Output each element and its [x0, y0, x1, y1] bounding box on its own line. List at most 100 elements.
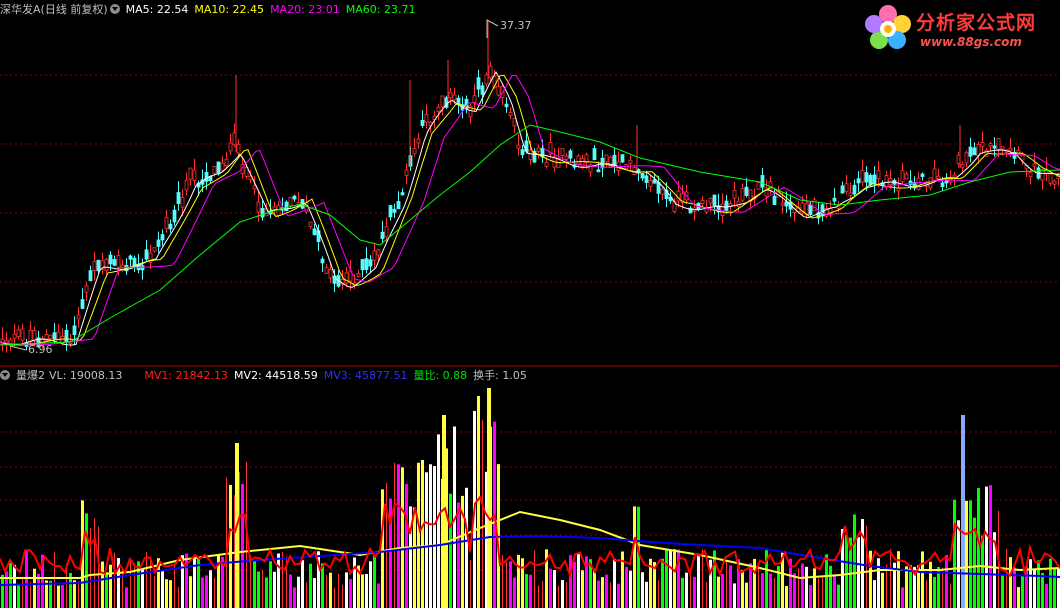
candle-body [804, 203, 809, 215]
volume-bar [525, 574, 528, 608]
dropdown-icon[interactable] [0, 370, 10, 380]
low-marker [9, 345, 27, 351]
candle-body [56, 331, 61, 343]
vl-value: VL: 19008.13 [49, 369, 123, 382]
candle-body [988, 143, 993, 147]
candle-body [364, 258, 369, 270]
volume-bar [293, 587, 296, 608]
dropdown-icon[interactable] [109, 4, 120, 14]
candle-body [780, 202, 785, 206]
volume-bar [953, 499, 956, 608]
volume-bar [449, 493, 452, 608]
candle-body [592, 148, 597, 161]
volume-bar [1049, 558, 1052, 608]
candle-body [712, 194, 717, 207]
volume-bar [169, 580, 172, 608]
volume-bar [605, 574, 608, 608]
candle-body [964, 152, 969, 164]
candle-body [104, 258, 109, 271]
volume-bar [425, 472, 428, 608]
candle-body [88, 270, 93, 282]
volume-bar [73, 580, 76, 608]
volume-bar [353, 557, 356, 608]
candle-body [844, 183, 849, 193]
volume-bar [629, 570, 632, 608]
volume-bar [397, 464, 400, 608]
candle-body [1032, 163, 1037, 167]
candle-body [612, 154, 617, 167]
candle-body [84, 285, 89, 293]
candle-body [116, 255, 121, 268]
candle-body [328, 269, 333, 279]
candle-body [536, 147, 541, 152]
volume-bar [437, 434, 440, 608]
volume-bar [597, 580, 600, 608]
volume-bar [1029, 559, 1032, 608]
volume-bar [989, 485, 992, 608]
stock-name[interactable]: 深华发A [0, 3, 41, 16]
volume-bar [741, 570, 744, 608]
candle-body [656, 181, 661, 194]
volume-bar [581, 570, 584, 608]
volume-bar [201, 577, 204, 608]
volume-bar [161, 570, 164, 608]
candle-body [80, 299, 85, 309]
volume-bar [549, 568, 552, 608]
candle-body [644, 175, 649, 183]
candle-body [740, 188, 745, 201]
chart-canvas[interactable] [0, 0, 1060, 608]
candle-body [52, 332, 57, 340]
stock-chart-window: 深华发A(日线 前复权) MA5: 22.54 MA10: 22.45 MA20: 2… [0, 0, 1060, 608]
candle-body [832, 197, 837, 202]
volume-bar [141, 569, 144, 608]
volume-header: 量爆2 VL: 19008.13 MV1: 21842.13 MV2: 44518.5… [0, 368, 533, 384]
candle-body [404, 169, 409, 176]
candle-body [236, 143, 241, 154]
volume-bar [301, 560, 304, 608]
volume-bar [661, 558, 664, 608]
candle-body [852, 184, 857, 195]
volume-bar [269, 561, 272, 608]
indicator-name[interactable]: 量爆2 [16, 369, 45, 382]
site-logo: 分析家公式网 www.88gs.com [858, 2, 1058, 54]
volume-bar [417, 462, 420, 608]
candle-body [204, 171, 209, 182]
volume-bar [593, 568, 596, 608]
candle-body [228, 142, 233, 152]
volume-bar [57, 585, 60, 608]
candle-body [260, 207, 265, 218]
candle-body [920, 173, 925, 177]
volume-bar [321, 563, 324, 608]
candle-body [256, 201, 261, 213]
volume-bar [1, 574, 4, 608]
volume-bar [673, 549, 676, 608]
candle-body [224, 158, 229, 166]
volume-bar [1001, 574, 1004, 608]
volume-bar [829, 565, 832, 608]
volume-bar [681, 577, 684, 608]
candle-body [520, 149, 525, 156]
volume-bar [985, 486, 988, 608]
volume-bar [165, 579, 168, 608]
candle-body [540, 147, 545, 158]
candle-body [596, 169, 601, 173]
volume-bar [965, 500, 968, 608]
volume-bar [1013, 567, 1016, 608]
volume-bar [729, 565, 732, 608]
candle-body [808, 204, 813, 215]
volume-bar [1009, 557, 1012, 608]
candle-body [92, 260, 97, 271]
candle-body [528, 149, 533, 160]
candle-body [848, 192, 853, 197]
candle-body [412, 148, 417, 155]
candle-body [724, 200, 729, 212]
candle-body [112, 259, 117, 266]
volume-bar [377, 583, 380, 608]
volume-bar [277, 553, 280, 608]
candle-body [516, 144, 521, 149]
candle-body [184, 179, 189, 191]
volume-bar [369, 561, 372, 608]
volume-bar [969, 500, 972, 608]
candle-body [652, 179, 657, 184]
candle-body [152, 247, 157, 252]
